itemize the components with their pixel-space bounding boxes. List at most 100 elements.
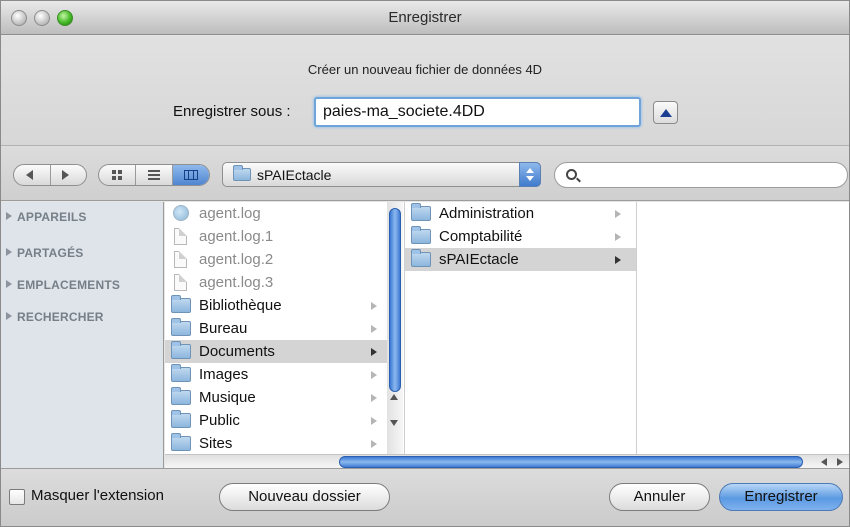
- bottom-bar: Masquer l'extension Nouveau dossier Annu…: [1, 468, 849, 526]
- filename-input[interactable]: [314, 97, 641, 127]
- current-folder-label: sPAIEctacle: [257, 167, 332, 183]
- scroll-up-arrow-icon[interactable]: [390, 394, 398, 400]
- list-item-selected[interactable]: sPAIEctacle: [405, 248, 636, 271]
- list-item[interactable]: Musique: [165, 386, 387, 409]
- item-label: sPAIEctacle: [439, 251, 519, 268]
- browser-column-3: [637, 202, 849, 454]
- item-label: Bibliothèque: [199, 297, 282, 314]
- list-item[interactable]: Comptabilité: [405, 225, 636, 248]
- item-label: Documents: [199, 343, 275, 360]
- item-label: Sites: [199, 435, 233, 452]
- popup-arrows-icon: [519, 162, 541, 187]
- item-label: agent.log.2: [199, 251, 274, 268]
- sidebar: APPAREILS PARTAGÉS EMPLACEMENTS RECHERCH…: [1, 202, 164, 468]
- folder-icon: [171, 364, 191, 382]
- window-title: Enregistrer: [388, 9, 462, 26]
- folder-icon: [171, 318, 191, 336]
- sidebar-section-emplacements[interactable]: EMPLACEMENTS: [6, 278, 120, 292]
- search-icon: [566, 169, 577, 180]
- chevron-right-icon: [371, 325, 377, 333]
- folder-path-popup[interactable]: sPAIEctacle: [222, 162, 541, 187]
- title-bar[interactable]: Enregistrer: [1, 1, 849, 35]
- folder-icon: [233, 165, 251, 181]
- folder-icon: [171, 410, 191, 428]
- new-folder-button[interactable]: Nouveau dossier: [219, 483, 390, 511]
- document-icon: [174, 274, 187, 291]
- item-label: Musique: [199, 389, 256, 406]
- disclosure-triangle-icon: [6, 248, 12, 256]
- hide-extension-label: Masquer l'extension: [31, 487, 164, 504]
- browser-column-2: Administration Comptabilité sPAIEctacle: [405, 202, 637, 454]
- list-item-selected[interactable]: Documents: [165, 340, 387, 363]
- list-view-button[interactable]: [136, 165, 173, 185]
- item-label: Comptabilité: [439, 228, 523, 245]
- back-forward-control: [13, 164, 87, 186]
- list-item[interactable]: Sites: [165, 432, 387, 454]
- horizontal-scrollbar[interactable]: [165, 454, 849, 468]
- sidebar-section-label: EMPLACEMENTS: [17, 278, 121, 292]
- list-item[interactable]: Images: [165, 363, 387, 386]
- folder-icon: [171, 295, 191, 313]
- icon-view-icon: [112, 170, 123, 180]
- chevron-right-icon: [371, 371, 377, 379]
- dialog-message: Créer un nouveau fichier de données 4D: [307, 62, 543, 77]
- sidebar-section-label: RECHERCHER: [17, 310, 104, 324]
- sidebar-section-label: PARTAGÉS: [17, 246, 84, 260]
- list-item[interactable]: Public: [165, 409, 387, 432]
- sidebar-section-appareils[interactable]: APPAREILS: [6, 210, 87, 224]
- folder-icon: [171, 433, 191, 451]
- item-label: agent.log.3: [199, 274, 274, 291]
- back-arrow-icon[interactable]: [26, 170, 33, 180]
- sidebar-section-rechercher[interactable]: RECHERCHER: [6, 310, 104, 324]
- chevron-right-icon: [371, 302, 377, 310]
- item-label: agent.log.1: [199, 228, 274, 245]
- column-browser: agent.log agent.log.1 agent.log.2 agent.…: [165, 202, 849, 468]
- scroll-down-arrow-icon[interactable]: [390, 420, 398, 426]
- scroll-right-arrow-icon[interactable]: [837, 458, 843, 466]
- chevron-right-icon: [615, 210, 621, 218]
- chevron-right-icon: [371, 348, 377, 356]
- chevron-right-icon: [615, 233, 621, 241]
- sidebar-section-label: APPAREILS: [17, 210, 87, 224]
- cancel-button[interactable]: Annuler: [609, 483, 710, 511]
- list-item[interactable]: Bureau: [165, 317, 387, 340]
- folder-icon: [411, 249, 431, 267]
- item-label: Administration: [439, 205, 535, 222]
- folder-icon: [171, 387, 191, 405]
- list-item[interactable]: agent.log: [165, 202, 387, 225]
- document-icon: [174, 228, 187, 245]
- browser-toolbar: sPAIEctacle: [1, 146, 849, 201]
- disclosure-triangle-icon: [6, 312, 12, 320]
- chevron-right-icon: [371, 440, 377, 448]
- hide-extension-checkbox[interactable]: [9, 489, 25, 505]
- chevron-right-icon: [371, 417, 377, 425]
- search-input[interactable]: [554, 162, 848, 188]
- folder-icon: [411, 203, 431, 221]
- sidebar-section-partages[interactable]: PARTAGÉS: [6, 246, 84, 260]
- save-dialog: Enregistrer Créer un nouveau fichier de …: [0, 0, 850, 527]
- icon-view-button[interactable]: [99, 165, 136, 185]
- list-view-icon: [148, 170, 160, 180]
- browser-column-1: agent.log agent.log.1 agent.log.2 agent.…: [165, 202, 405, 454]
- save-button[interactable]: Enregistrer: [719, 483, 843, 511]
- collapse-browser-button[interactable]: [653, 101, 678, 124]
- disclosure-triangle-icon: [6, 212, 12, 220]
- list-item[interactable]: agent.log.3: [165, 271, 387, 294]
- view-mode-control: [98, 164, 210, 186]
- list-item[interactable]: agent.log.1: [165, 225, 387, 248]
- document-icon: [174, 251, 187, 268]
- scrollbar-thumb[interactable]: [389, 208, 401, 392]
- folder-icon: [411, 226, 431, 244]
- scrollbar-thumb[interactable]: [339, 456, 803, 468]
- column-view-icon: [184, 170, 198, 180]
- column-view-button[interactable]: [173, 165, 209, 185]
- log-file-icon: [173, 205, 189, 221]
- list-item[interactable]: Administration: [405, 202, 636, 225]
- forward-arrow-icon[interactable]: [62, 170, 69, 180]
- item-label: Bureau: [199, 320, 248, 337]
- scroll-left-arrow-icon[interactable]: [821, 458, 827, 466]
- list-item[interactable]: agent.log.2: [165, 248, 387, 271]
- save-as-label: Enregistrer sous :: [173, 103, 291, 120]
- vertical-scrollbar[interactable]: [387, 202, 403, 454]
- list-item[interactable]: Bibliothèque: [165, 294, 387, 317]
